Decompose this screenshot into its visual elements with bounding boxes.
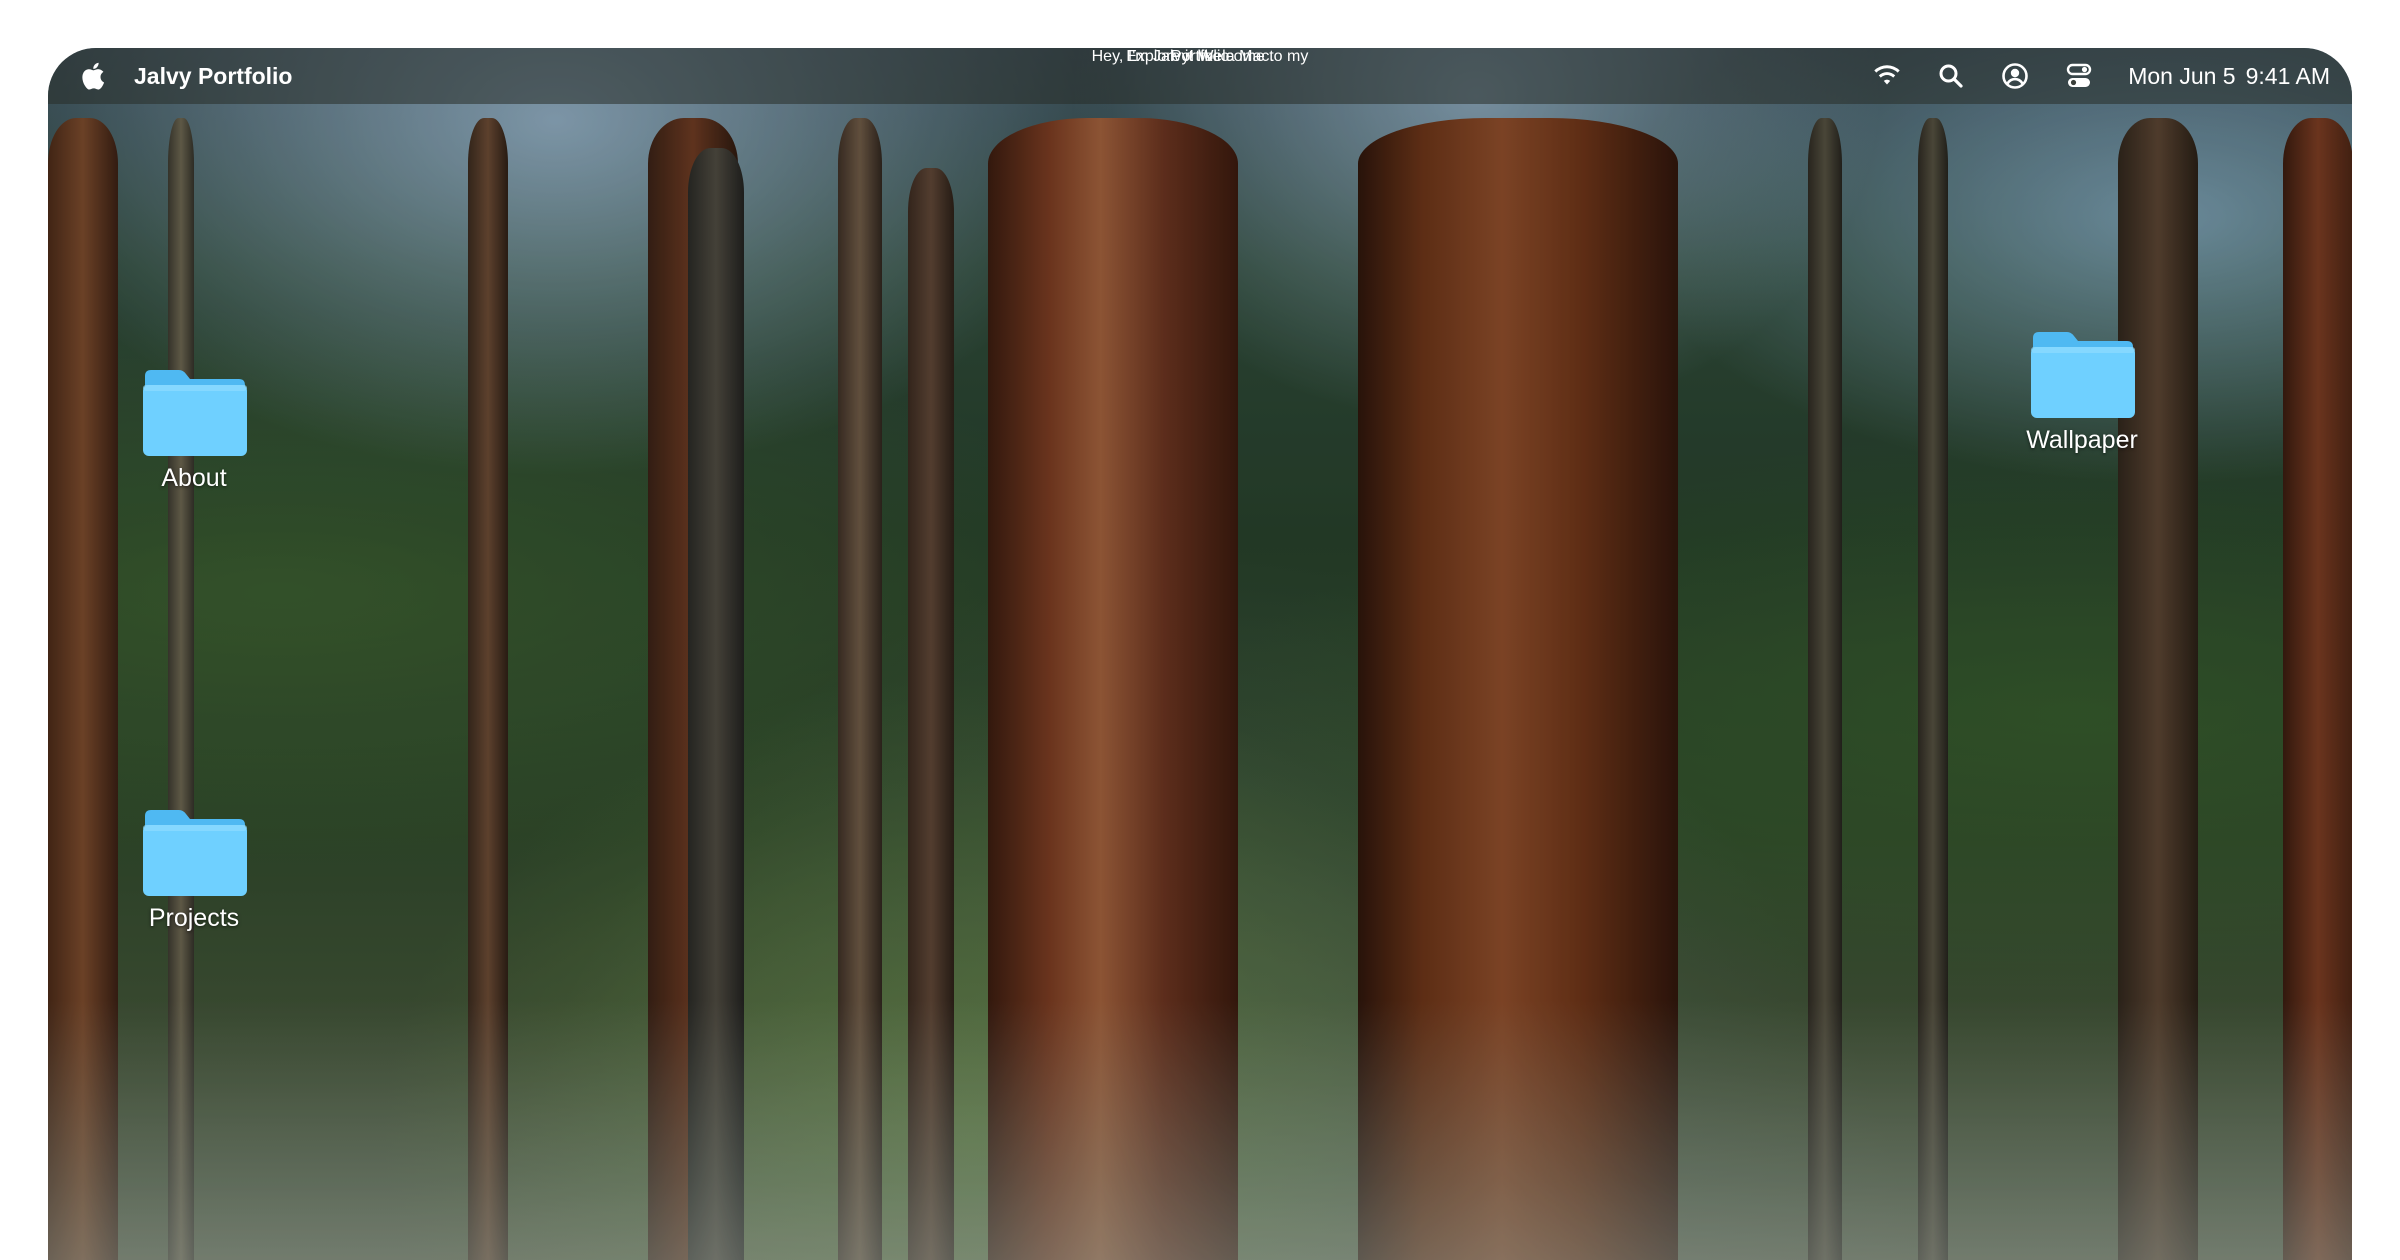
desktop-icon-about[interactable]: About: [114, 368, 274, 493]
hero-tagline: Explore it like a Mac.: [1126, 48, 1274, 65]
clock[interactable]: Mon Jun 5 9:41 AM: [2128, 63, 2330, 90]
desktop-screen: Jalvy Portfolio Mon Jun 5 9:41 AM About …: [48, 48, 2352, 1260]
wallpaper-dim: [48, 48, 2352, 1260]
desktop-icon-projects[interactable]: Projects: [114, 808, 274, 933]
desktop-icon-label: About: [161, 464, 227, 492]
desktop-icon-wallpaper[interactable]: Wallpaper: [2002, 330, 2162, 455]
clock-date: Mon Jun 5: [2128, 62, 2236, 89]
folder-icon: [143, 370, 247, 456]
desktop-icon-label: Projects: [148, 904, 240, 932]
desktop-icon-label: Wallpaper: [2026, 426, 2138, 454]
folder-icon: [143, 810, 247, 896]
folder-icon: [2031, 332, 2135, 418]
clock-time: 9:41 AM: [2245, 62, 2330, 89]
app-name[interactable]: Jalvy Portfolio: [134, 63, 292, 90]
